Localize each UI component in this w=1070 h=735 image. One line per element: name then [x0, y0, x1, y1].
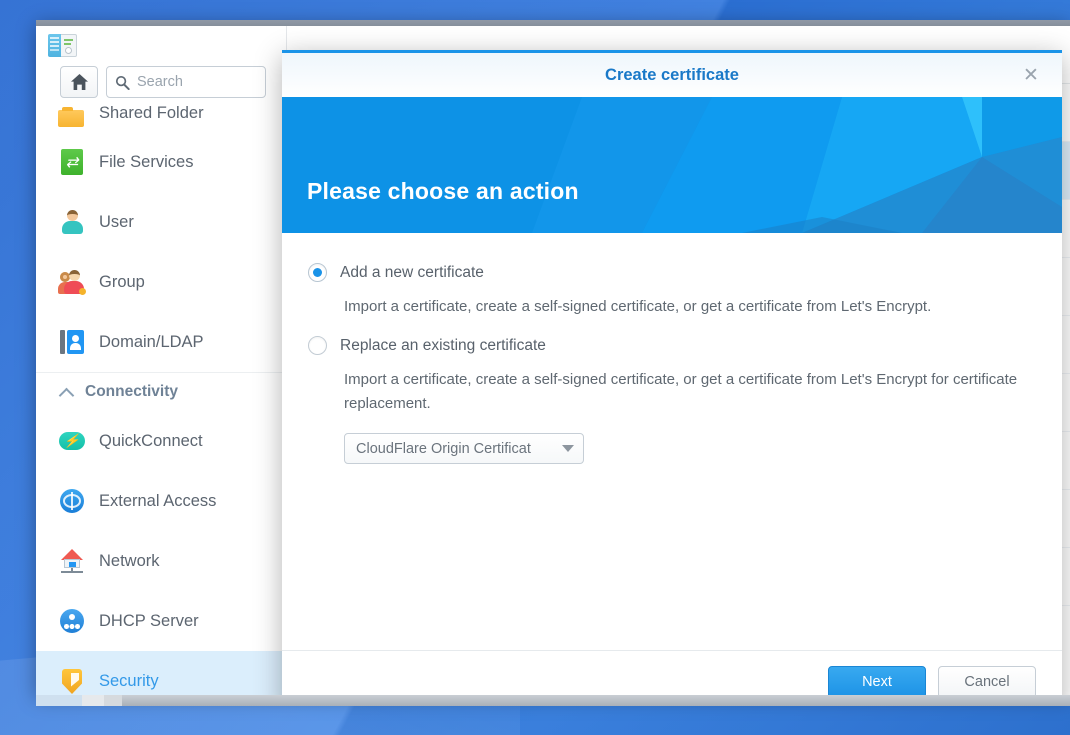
- taskbar-item[interactable]: [82, 695, 104, 706]
- radio-option-replace-existing-certificate[interactable]: Replace an existing certificate: [308, 336, 1036, 355]
- banner-polygon-art: [282, 97, 1062, 233]
- search-row: Search: [48, 66, 276, 98]
- sidebar-section-connectivity[interactable]: Connectivity: [36, 372, 286, 411]
- chevron-up-icon: [60, 386, 73, 399]
- certificate-select-value: CloudFlare Origin Certificat: [356, 440, 531, 457]
- sidebar-item-label: External Access: [99, 491, 217, 510]
- certificate-select-dropdown[interactable]: CloudFlare Origin Certificat: [344, 433, 584, 464]
- dialog-footer: Next Cancel: [282, 650, 1062, 695]
- group-icon: [58, 268, 86, 296]
- security-shield-icon: [58, 667, 86, 695]
- network-icon: [58, 547, 86, 575]
- sidebar-item-label: QuickConnect: [99, 431, 203, 450]
- quickconnect-icon: [58, 427, 86, 455]
- dialog-banner: Please choose an action: [282, 97, 1062, 233]
- sidebar-item-label: Network: [99, 551, 160, 570]
- dialog-title: Create certificate: [605, 65, 739, 84]
- sidebar-item-quickconnect[interactable]: QuickConnect: [36, 411, 286, 471]
- search-placeholder-text: Search: [137, 74, 183, 90]
- sidebar-item-label: Security: [99, 671, 159, 690]
- sidebar-item-network[interactable]: Network: [36, 531, 286, 591]
- sidebar-item-external-access[interactable]: External Access: [36, 471, 286, 531]
- option-description: Import a certificate, create a self-sign…: [344, 298, 932, 315]
- sidebar: Search Shared Folder File Services User: [36, 26, 287, 695]
- radio-button-add-new[interactable]: [308, 263, 327, 282]
- sidebar-item-label: Domain/LDAP: [99, 332, 204, 351]
- search-input[interactable]: Search: [106, 66, 266, 98]
- chevron-down-icon: [562, 445, 574, 452]
- dialog-titlebar[interactable]: Create certificate ✕: [282, 53, 1062, 97]
- sidebar-item-shared-folder[interactable]: Shared Folder: [36, 104, 286, 132]
- dialog-content: Add a new certificate Import a certifica…: [282, 233, 1062, 650]
- sidebar-item-dhcp-server[interactable]: DHCP Server: [36, 591, 286, 651]
- shared-folder-icon: [58, 104, 86, 132]
- sidebar-section-label: Connectivity: [85, 383, 179, 400]
- domain-ldap-icon: [58, 328, 86, 356]
- dhcp-server-icon: [58, 607, 86, 635]
- sidebar-item-label: File Services: [99, 152, 194, 171]
- dialog-banner-title: Please choose an action: [307, 178, 579, 204]
- radio-option-add-new-certificate[interactable]: Add a new certificate: [308, 263, 1036, 282]
- dsm-control-panel-icon: [48, 32, 78, 60]
- file-services-icon: [58, 148, 86, 176]
- sidebar-item-user[interactable]: User: [36, 192, 286, 252]
- sidebar-item-label: User: [99, 212, 134, 231]
- taskbar-item[interactable]: [104, 695, 122, 706]
- cancel-button[interactable]: Cancel: [938, 665, 1036, 695]
- user-icon: [58, 208, 86, 236]
- sidebar-item-file-services[interactable]: File Services: [36, 132, 286, 192]
- sidebar-item-label: DHCP Server: [99, 611, 199, 630]
- sidebar-nav-list: Shared Folder File Services User Group: [36, 104, 286, 695]
- taskbar-item[interactable]: [36, 695, 82, 706]
- close-icon[interactable]: ✕: [1018, 62, 1044, 88]
- sidebar-item-domain-ldap[interactable]: Domain/LDAP: [36, 312, 286, 372]
- create-certificate-dialog: Create certificate ✕ Please choose an ac…: [282, 50, 1062, 695]
- search-icon: [115, 75, 130, 90]
- sidebar-header: Search: [36, 26, 286, 98]
- taskbar[interactable]: [36, 695, 1070, 706]
- home-icon: [70, 74, 88, 90]
- sidebar-item-group[interactable]: Group: [36, 252, 286, 312]
- radio-label: Add a new certificate: [340, 263, 484, 281]
- next-button[interactable]: Next: [828, 665, 926, 695]
- sidebar-item-security[interactable]: Security: [36, 651, 286, 695]
- sidebar-item-label: Group: [99, 272, 145, 291]
- sidebar-item-label: Shared Folder: [99, 104, 204, 122]
- external-access-globe-icon: [58, 487, 86, 515]
- radio-button-replace-existing[interactable]: [308, 336, 327, 355]
- home-button[interactable]: [60, 66, 98, 98]
- radio-label: Replace an existing certificate: [340, 336, 546, 354]
- control-panel-window: Search Shared Folder File Services User: [36, 20, 1070, 695]
- option-description: Import a certificate, create a self-sign…: [344, 371, 1018, 412]
